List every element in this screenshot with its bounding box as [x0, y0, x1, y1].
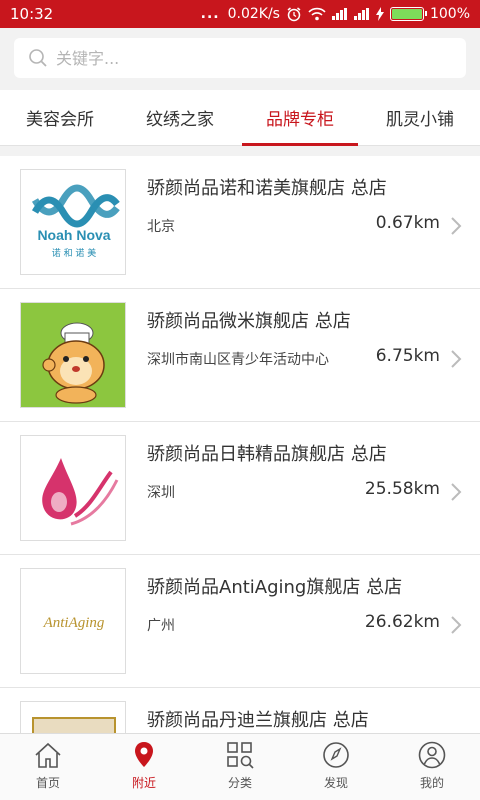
store-logo: [20, 435, 126, 541]
search-input[interactable]: [56, 48, 436, 68]
nav-discover[interactable]: 发现: [288, 734, 384, 800]
category-tabs: 美容会所 纹绣之家 品牌专柜 肌灵小铺: [0, 90, 480, 146]
tab-tattoo-home[interactable]: 纹绣之家: [120, 90, 240, 145]
status-indicators: ... 0.02K/s 100%: [201, 6, 470, 22]
nav-label: 分类: [227, 776, 252, 790]
store-logo: Noah Nova 诺 和 诺 美: [20, 169, 126, 275]
notification-dots: ...: [200, 6, 220, 22]
tab-label: 纹绣之家: [146, 110, 214, 130]
store-distance: 0.67km: [375, 213, 440, 233]
search-area: [0, 28, 480, 90]
store-list: Noah Nova 诺 和 诺 美 骄颜尚品诺和诺美旗舰店 总店 北京 0.67…: [0, 156, 480, 733]
store-address: 广州: [147, 618, 175, 634]
charging-icon: [375, 7, 384, 21]
tab-brand-counter[interactable]: 品牌专柜: [240, 90, 360, 146]
store-title: 骄颜尚品日韩精品旗舰店 总店: [147, 444, 387, 465]
signal-icon-2: [353, 8, 370, 20]
nav-label: 发现: [323, 776, 348, 790]
nav-label: 首页: [35, 776, 60, 790]
grid-search-icon: [227, 742, 254, 769]
store-distance: 6.75km: [375, 346, 440, 366]
store-address: 北京: [147, 219, 175, 235]
location-pin-icon: [135, 742, 153, 767]
alarm-icon: [287, 7, 301, 22]
store-address: 深圳: [147, 485, 175, 501]
store-title: 骄颜尚品诺和诺美旗舰店 总店: [147, 178, 387, 199]
nav-category[interactable]: 分类: [192, 734, 288, 800]
compass-icon: [323, 742, 349, 768]
nav-label: 附近: [131, 776, 156, 790]
tab-beauty-club[interactable]: 美容会所: [0, 90, 120, 145]
chevron-right-icon: [451, 350, 462, 368]
status-time: 10:32: [10, 5, 54, 23]
tab-skin-shop[interactable]: 肌灵小铺: [360, 90, 480, 145]
store-title: 骄颜尚品微米旗舰店 总店: [147, 311, 351, 332]
store-logo: [20, 701, 126, 733]
store-logo: AntiAging: [20, 568, 126, 674]
logo-text: Noah Nova: [37, 227, 110, 243]
store-address: 深圳市南山区青少年活动中心: [147, 352, 329, 368]
signal-icon: [331, 8, 348, 20]
chevron-right-icon: [451, 616, 462, 634]
search-icon: [29, 49, 47, 67]
logo-subtext: 诺 和 诺 美: [52, 247, 97, 259]
nav-nearby[interactable]: 附近: [96, 734, 192, 800]
battery-icon: [389, 7, 427, 21]
nav-mine[interactable]: 我的: [384, 734, 480, 800]
chevron-right-icon: [451, 483, 462, 501]
store-row[interactable]: 骄颜尚品日韩精品旗舰店 总店 深圳 25.58km: [0, 422, 480, 555]
tab-label: 美容会所: [26, 110, 94, 130]
store-logo: [20, 302, 126, 408]
home-icon: [35, 742, 61, 768]
chevron-right-icon: [451, 217, 462, 235]
nav-home[interactable]: 首页: [0, 734, 96, 800]
network-speed: 0.02K/s: [227, 6, 280, 22]
status-bar: 10:32 ... 0.02K/s 100%: [0, 0, 480, 28]
store-title: 骄颜尚品丹迪兰旗舰店 总店: [147, 710, 369, 731]
tab-label: 品牌专柜: [266, 110, 334, 130]
store-distance: 25.58km: [364, 479, 440, 499]
nav-label: 我的: [419, 776, 444, 790]
store-row[interactable]: 骄颜尚品丹迪兰旗舰店 总店: [0, 688, 480, 733]
logo-text: AntiAging: [43, 615, 105, 631]
store-title: 骄颜尚品AntiAging旗舰店 总店: [147, 577, 403, 598]
wifi-icon: [308, 7, 326, 21]
store-row[interactable]: Noah Nova 诺 和 诺 美 骄颜尚品诺和诺美旗舰店 总店 北京 0.67…: [0, 156, 480, 289]
store-distance: 26.62km: [364, 612, 440, 632]
battery-percent: 100%: [429, 6, 470, 22]
store-row[interactable]: 骄颜尚品微米旗舰店 总店 深圳市南山区青少年活动中心 6.75km: [0, 289, 480, 422]
user-icon: [418, 741, 446, 769]
store-row[interactable]: AntiAging 骄颜尚品AntiAging旗舰店 总店 广州 26.62km: [0, 555, 480, 688]
bottom-nav: 首页 附近 分类 发现 我的: [0, 733, 480, 800]
tab-label: 肌灵小铺: [386, 110, 454, 130]
search-box[interactable]: [14, 38, 466, 78]
